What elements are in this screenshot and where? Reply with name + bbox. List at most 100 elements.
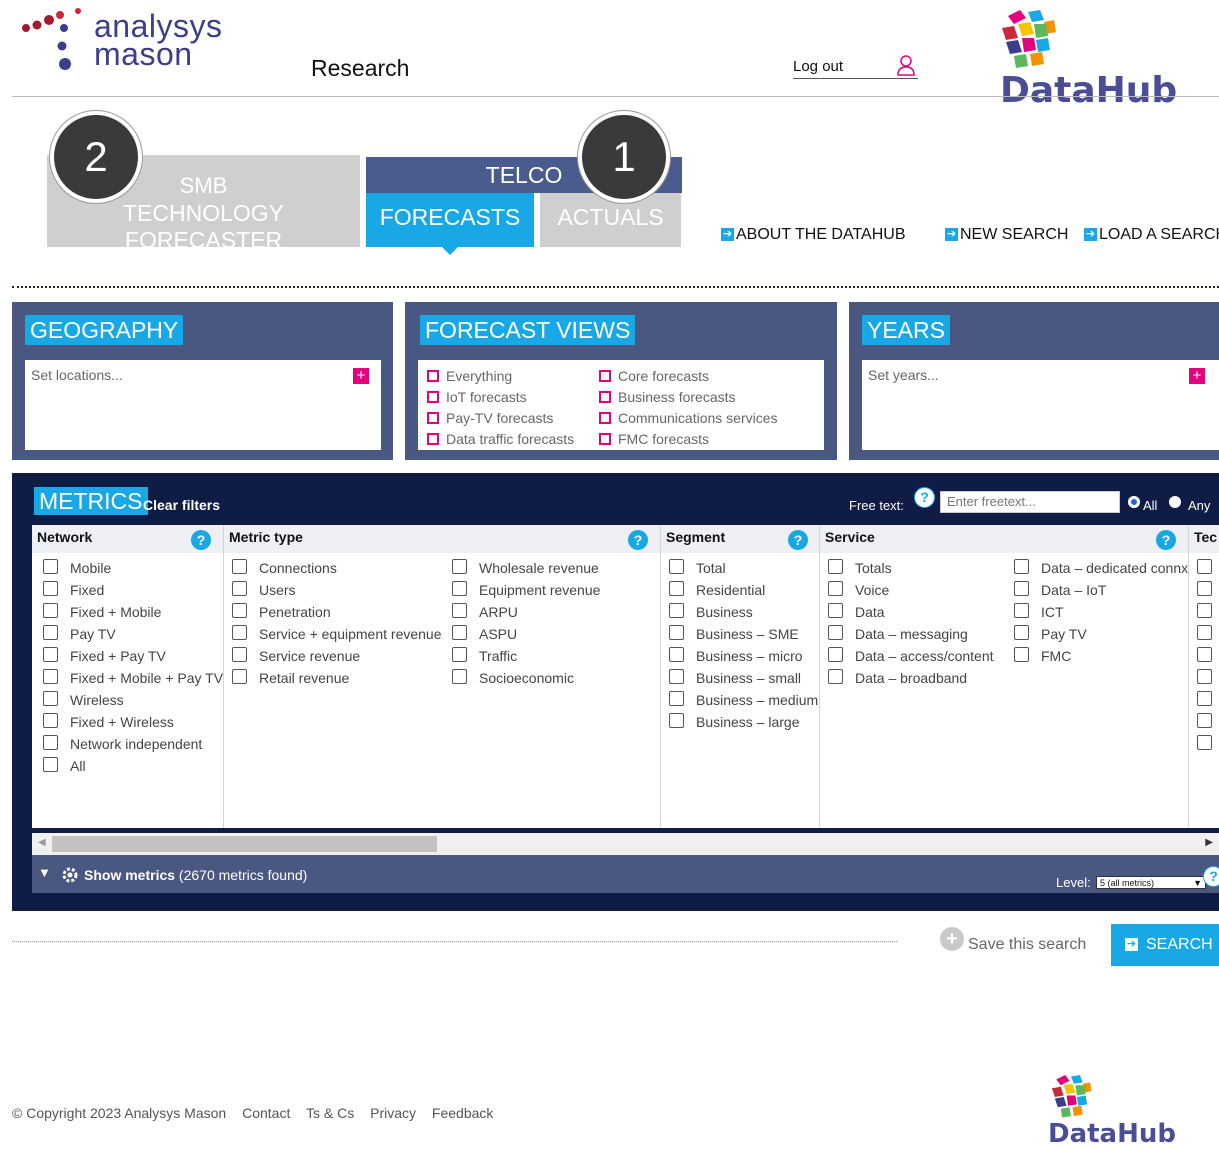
metric-type-option[interactable]: Wholesale revenue <box>452 559 599 576</box>
checkbox[interactable] <box>452 647 467 662</box>
checkbox[interactable] <box>1014 581 1029 596</box>
metric-type-option[interactable]: Users <box>232 581 296 598</box>
forecast-view-option[interactable]: Everything <box>427 368 512 384</box>
checkbox[interactable] <box>1197 559 1212 574</box>
technology-option[interactable] <box>1197 603 1219 620</box>
collapse-triangle-icon[interactable]: ▼ <box>38 865 51 880</box>
checkbox[interactable] <box>1197 581 1212 596</box>
metric-type-option[interactable]: Retail revenue <box>232 669 349 686</box>
checkbox[interactable] <box>828 669 843 684</box>
geography-selector[interactable]: Set locations... + <box>25 360 381 450</box>
match-all-radio[interactable] <box>1128 496 1140 508</box>
metric-type-option[interactable]: Service + equipment revenue <box>232 625 442 642</box>
free-text-help-icon[interactable]: ? <box>914 487 935 508</box>
footer-link-contact[interactable]: Contact <box>242 1105 290 1121</box>
checkbox[interactable] <box>828 559 843 574</box>
segment-option[interactable]: Business – SME <box>669 625 799 642</box>
metric-type-option[interactable]: Traffic <box>452 647 517 664</box>
network-option[interactable]: Fixed + Wireless <box>43 713 174 730</box>
scrollbar-thumb[interactable] <box>52 836 437 852</box>
segment-option[interactable]: Residential <box>669 581 765 598</box>
checkbox[interactable] <box>828 603 843 618</box>
service-help-icon[interactable]: ? <box>1156 530 1176 550</box>
checkbox[interactable] <box>1014 559 1029 574</box>
free-text-input[interactable] <box>940 491 1120 513</box>
show-metrics-button[interactable]: Show metrics (2670 metrics found) <box>84 867 307 883</box>
network-option[interactable]: Fixed + Pay TV <box>43 647 166 664</box>
network-option[interactable]: Pay TV <box>43 625 116 642</box>
forecast-view-option[interactable]: Communications services <box>599 410 778 426</box>
checkbox[interactable] <box>669 691 684 706</box>
clear-filters-link[interactable]: Clear filters <box>143 497 220 513</box>
technology-option[interactable] <box>1197 669 1219 686</box>
checkbox[interactable] <box>669 669 684 684</box>
checkbox[interactable] <box>828 625 843 640</box>
network-help-icon[interactable]: ? <box>191 530 211 550</box>
metric-type-option[interactable]: ASPU <box>452 625 517 642</box>
checkbox[interactable] <box>452 625 467 640</box>
service-option[interactable]: ICT <box>1014 603 1064 620</box>
segment-option[interactable]: Business – small <box>669 669 801 686</box>
technology-option[interactable] <box>1197 581 1219 598</box>
checkbox[interactable] <box>452 581 467 596</box>
checkbox[interactable] <box>43 757 58 772</box>
checkbox[interactable] <box>1014 603 1029 618</box>
tab-forecasts[interactable]: FORECASTS <box>366 193 534 247</box>
datahub-logo-bottom[interactable]: DataHub <box>1048 1075 1219 1149</box>
checkbox[interactable] <box>669 603 684 618</box>
level-select[interactable]: 5 (all metrics) ▼ <box>1096 876 1206 889</box>
checkbox[interactable] <box>1197 669 1212 684</box>
network-option[interactable]: Wireless <box>43 691 124 708</box>
service-option[interactable]: Pay TV <box>1014 625 1087 642</box>
network-option[interactable]: Network independent <box>43 735 202 752</box>
segment-option[interactable]: Business – micro <box>669 647 803 664</box>
checkbox[interactable] <box>1197 735 1212 750</box>
checkbox[interactable] <box>43 647 58 662</box>
forecast-view-option[interactable]: Pay-TV forecasts <box>427 410 553 426</box>
horizontal-scrollbar[interactable]: ◀ ▶ <box>32 833 1219 855</box>
search-button[interactable]: ➔ SEARCH <box>1111 924 1219 966</box>
checkbox[interactable] <box>43 603 58 618</box>
footer-link-terms[interactable]: Ts & Cs <box>306 1105 354 1121</box>
checkbox[interactable] <box>1197 625 1212 640</box>
forecast-view-option[interactable]: Core forecasts <box>599 368 709 384</box>
footer-link-privacy[interactable]: Privacy <box>370 1105 416 1121</box>
forecast-view-option[interactable]: FMC forecasts <box>599 431 709 447</box>
metric-type-option[interactable]: ARPU <box>452 603 518 620</box>
checkbox[interactable] <box>452 603 467 618</box>
metric-type-option[interactable]: Connections <box>232 559 337 576</box>
match-any-radio[interactable] <box>1169 496 1181 508</box>
checkbox[interactable] <box>669 713 684 728</box>
segment-option[interactable]: Business – large <box>669 713 800 730</box>
checkbox[interactable] <box>43 735 58 750</box>
logout-link[interactable]: Log out <box>793 58 843 75</box>
segment-help-icon[interactable]: ? <box>788 530 808 550</box>
checkbox[interactable] <box>232 669 247 684</box>
network-option[interactable]: All <box>43 757 86 774</box>
checkbox[interactable] <box>43 581 58 596</box>
forecast-view-option[interactable]: IoT forecasts <box>427 389 527 405</box>
service-option[interactable]: Data – IoT <box>1014 581 1106 598</box>
metric-type-option[interactable]: Service revenue <box>232 647 360 664</box>
checkbox[interactable] <box>232 625 247 640</box>
checkbox[interactable] <box>43 559 58 574</box>
network-option[interactable]: Fixed + Mobile + Pay TV <box>43 669 223 686</box>
save-plus-icon[interactable]: + <box>940 927 964 951</box>
metric-type-option[interactable]: Equipment revenue <box>452 581 600 598</box>
add-location-plus-icon[interactable]: + <box>353 368 369 384</box>
checkbox[interactable] <box>43 625 58 640</box>
add-year-plus-icon[interactable]: + <box>1189 368 1205 384</box>
user-icon[interactable] <box>896 54 916 76</box>
checkbox[interactable] <box>232 647 247 662</box>
scroll-right-icon[interactable]: ▶ <box>1205 837 1213 848</box>
technology-option[interactable] <box>1197 691 1219 708</box>
level-help-icon[interactable]: ? <box>1203 866 1219 887</box>
scroll-left-icon[interactable]: ◀ <box>38 837 46 848</box>
checkbox[interactable] <box>1014 647 1029 662</box>
segment-option[interactable]: Total <box>669 559 726 576</box>
load-search-link[interactable]: ➔ LOAD A SEARCH <box>1084 226 1219 244</box>
segment-option[interactable]: Business – medium <box>669 691 818 708</box>
checkbox[interactable] <box>669 647 684 662</box>
checkbox[interactable] <box>669 625 684 640</box>
service-option[interactable]: Data – messaging <box>828 625 968 642</box>
